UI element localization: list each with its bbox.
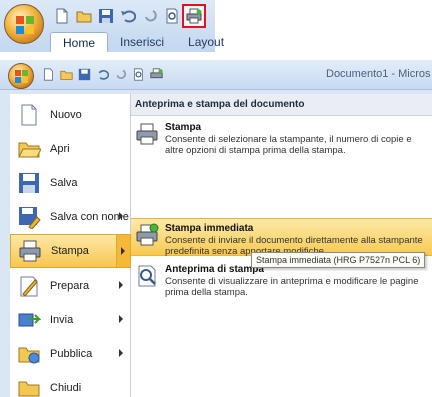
option-stampa-immediata[interactable]: Stampa immediata Consente di inviare il … [131, 218, 432, 257]
print-submenu-panel: Anteprima e stampa del documento Stampa … [131, 94, 432, 397]
menu-item-label: Salva con nome [50, 211, 129, 223]
menu-item-label: Chiudi [50, 382, 82, 394]
submenu-arrow-icon [119, 281, 123, 289]
quick-print-icon[interactable] [148, 66, 165, 83]
word-window: Documento1 - Micros Nuovo Apri Salva Sal… [0, 60, 432, 397]
option-description: Consente di selezionare la stampante, il… [165, 134, 412, 156]
printer-icon [135, 122, 163, 150]
option-stampa[interactable]: Stampa Consente di selezionare la stampa… [131, 118, 432, 156]
save-icon[interactable] [76, 66, 93, 83]
quick-print-icon [135, 223, 163, 251]
printer-icon [17, 238, 43, 264]
menu-item-label: Prepara [50, 280, 90, 292]
save-icon[interactable] [96, 6, 116, 26]
menu-item-label: Nuovo [50, 109, 82, 121]
submenu-arrow-icon [119, 315, 123, 323]
menu-item-invia[interactable]: Invia [10, 303, 131, 337]
tab-inserisci[interactable]: Inserisci [108, 32, 176, 52]
menu-item-nuovo[interactable]: Nuovo [10, 98, 131, 132]
save-as-icon [16, 204, 42, 230]
print-preview-icon [135, 264, 163, 292]
publish-icon [16, 341, 42, 367]
undo-icon[interactable] [118, 6, 138, 26]
option-description: Consente di visualizzare in anteprima e … [165, 276, 419, 298]
new-document-icon [16, 102, 42, 128]
option-title: Stampa immediata [165, 223, 254, 234]
menu-item-label: Invia [50, 314, 74, 326]
menu-item-label: Apri [50, 143, 70, 155]
title-bar: Documento1 - Micros [0, 60, 432, 90]
tooltip: Stampa immediata (HRG P7527n PCL 6) [251, 252, 426, 268]
menu-item-salva-con-nome[interactable]: Salva con nome [10, 200, 131, 234]
redo-icon[interactable] [140, 6, 160, 26]
submenu-arrow-icon [121, 247, 125, 255]
open-folder-icon[interactable] [74, 6, 94, 26]
submenu-arrow-icon [119, 349, 123, 357]
open-folder-icon[interactable] [58, 66, 75, 83]
document-title: Documento1 - Micros [326, 68, 431, 80]
office-button[interactable] [8, 63, 34, 89]
prepare-icon [16, 273, 42, 299]
close-folder-icon [16, 375, 42, 397]
new-document-icon[interactable] [40, 66, 57, 83]
menu-item-label: Salva [50, 177, 78, 189]
undo-icon[interactable] [94, 66, 111, 83]
quick-access-snippet: Home Inserisci Layout [0, 0, 224, 52]
new-document-icon[interactable] [52, 6, 72, 26]
menu-item-label: Pubblica [50, 348, 93, 360]
menu-item-prepara[interactable]: Prepara [10, 269, 131, 303]
option-title: Stampa [165, 122, 202, 133]
office-button[interactable] [4, 4, 44, 44]
menu-item-chiudi[interactable]: Chiudi [10, 371, 131, 397]
print-preview-icon[interactable] [162, 6, 182, 26]
tab-home[interactable]: Home [50, 32, 109, 52]
panel-header: Anteprima e stampa del documento [131, 94, 432, 116]
office-logo-icon [15, 70, 28, 83]
menu-item-salva[interactable]: Salva [10, 166, 131, 200]
menu-item-apri[interactable]: Apri [10, 132, 131, 166]
menu-item-label: Stampa [51, 245, 89, 257]
send-icon [16, 307, 42, 333]
redo-icon[interactable] [112, 66, 129, 83]
office-logo-icon [16, 16, 34, 34]
quick-print-icon[interactable] [182, 4, 206, 28]
print-preview-icon[interactable] [130, 66, 147, 83]
save-icon [16, 170, 42, 196]
menu-item-stampa[interactable]: Stampa [10, 234, 131, 268]
office-menu: Nuovo Apri Salva Salva con nome Stampa P… [10, 94, 131, 397]
tab-layout[interactable]: Layout [176, 32, 236, 52]
open-folder-icon [16, 136, 42, 162]
submenu-arrow-icon [119, 212, 123, 220]
menu-item-pubblica[interactable]: Pubblica [10, 337, 131, 371]
